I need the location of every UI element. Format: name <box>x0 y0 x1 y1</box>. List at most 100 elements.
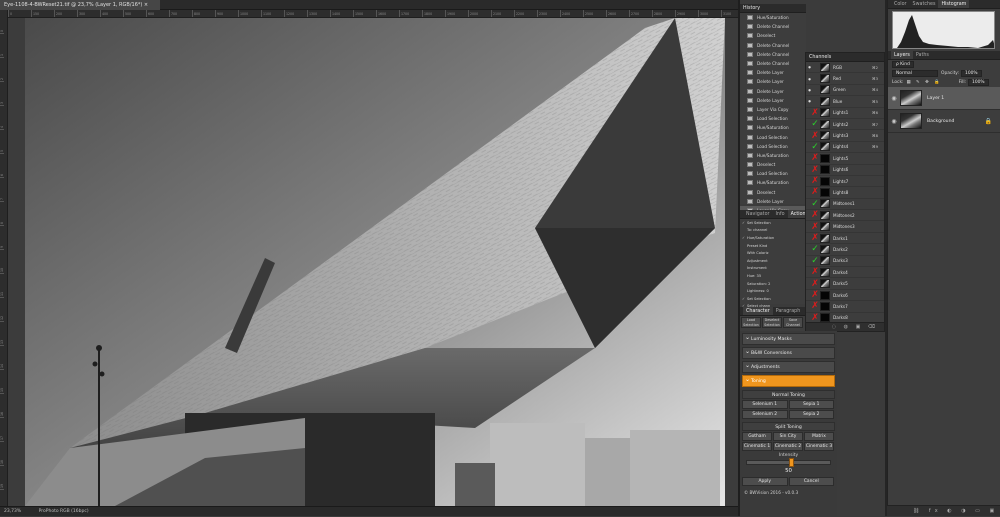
action-item[interactable]: ✓ Set Selection <box>740 295 806 303</box>
selenium-2-button[interactable]: Selenium 2 <box>742 410 788 419</box>
action-item[interactable]: ✓ Set Selection <box>740 219 806 227</box>
channel-row[interactable]: ✗ Darks1 <box>806 233 884 245</box>
channel-row[interactable]: ● RGB ⌘2 <box>806 62 884 74</box>
channel-row[interactable]: ✗ Lights8 <box>806 187 884 199</box>
zoom-readout[interactable]: 23,73% <box>4 509 21 514</box>
action-item[interactable]: With Coloriz <box>740 249 806 257</box>
apply-button[interactable]: Apply <box>742 477 788 486</box>
layer-row[interactable]: ◉ Background 🔒 <box>888 110 1000 133</box>
lock-icon[interactable]: 🔒 <box>985 118 992 125</box>
action-item[interactable]: To: channel <box>740 227 806 235</box>
eye-icon[interactable]: ◉ <box>888 95 900 102</box>
channel-row[interactable]: ✗ Lights1 ⌘6 <box>806 108 884 119</box>
channel-row[interactable]: ✓ Darks3 <box>806 256 884 268</box>
action-item[interactable]: Saturation: 2 <box>740 280 806 288</box>
history-item[interactable]: Delete Layer <box>740 96 806 105</box>
eye-icon[interactable]: ● <box>806 88 813 92</box>
fill-field[interactable]: 100% <box>968 79 989 86</box>
toning-section[interactable]: Toning <box>742 374 835 387</box>
channel-row[interactable]: ● Green ⌘4 <box>806 85 884 97</box>
layer-filter-dropdown[interactable]: ρ Kind <box>892 61 914 68</box>
history-item[interactable]: Delete Channel <box>740 50 806 59</box>
history-item[interactable]: Hue/Saturation <box>740 178 806 187</box>
cinematic-2-button[interactable]: Cinematic 2 <box>773 442 803 451</box>
tab-paragraph[interactable]: Paragraph <box>773 307 804 315</box>
blend-mode-dropdown[interactable]: Normal <box>892 70 938 77</box>
channels-footer-icons[interactable]: ◌ ◍ ▣ ⌫ <box>806 322 884 331</box>
channel-row[interactable]: ✗ Lights6 <box>806 165 884 176</box>
intensity-slider[interactable] <box>746 458 831 467</box>
history-item[interactable]: Hue/Saturation <box>740 151 806 160</box>
channel-row[interactable]: ✗ Midtones2 <box>806 210 884 222</box>
plugin-section-adjustments[interactable]: Adjustments <box>742 360 835 373</box>
plugin-section-b-w-conversions[interactable]: B&W Conversions <box>742 346 835 359</box>
channel-row[interactable]: ✗ Lights3 ⌘8 <box>806 130 884 142</box>
tab-histogram[interactable]: Histogram <box>938 0 970 8</box>
channel-row[interactable]: ✗ Darks4 <box>806 267 884 279</box>
history-item[interactable]: Delete Channel <box>740 41 806 50</box>
opacity-field[interactable]: 100% <box>961 70 982 77</box>
history-item[interactable]: Delete Layer <box>740 68 806 77</box>
history-item[interactable]: Delete Channel <box>740 59 806 68</box>
history-panel-header[interactable]: History <box>740 4 806 13</box>
tab-navigator[interactable]: Navigator <box>743 210 772 218</box>
channel-row[interactable]: ✓ Lights2 ⌘7 <box>806 119 884 131</box>
character-panel-button[interactable]: Save Channel <box>783 317 803 328</box>
tab-actions[interactable]: Actions <box>787 210 806 218</box>
action-item[interactable]: Adjustment <box>740 257 806 265</box>
tab-info[interactable]: Info <box>772 210 787 218</box>
action-item[interactable]: Lightness: 0 <box>740 287 806 295</box>
cinematic-1-button[interactable]: Cinematic 1 <box>742 442 772 451</box>
history-item[interactable]: Hue/Saturation <box>740 13 806 22</box>
history-item[interactable]: Layer Via Copy <box>740 105 806 114</box>
history-item[interactable]: Hue/Saturation <box>740 123 806 132</box>
action-item[interactable]: Instrument <box>740 265 806 273</box>
history-item[interactable]: Delete Layer <box>740 87 806 96</box>
history-item[interactable]: Deselect <box>740 31 806 40</box>
eye-icon[interactable]: ◉ <box>888 118 900 125</box>
selenium-1-button[interactable]: Selenium 1 <box>742 400 788 409</box>
channel-row[interactable]: ● Red ⌘3 <box>806 73 884 85</box>
sin-city-button[interactable]: Sin City <box>773 432 803 441</box>
document-image[interactable] <box>25 18 725 506</box>
channel-row[interactable]: ✗ Darks5 <box>806 278 884 290</box>
action-item[interactable]: Preset Kind <box>740 242 806 250</box>
action-toggle-checkbox[interactable]: ✓ <box>740 221 747 225</box>
document-tab[interactable]: Eye-1108-4-BWReset21.tif @ 23,7% (Layer … <box>0 0 160 10</box>
plugin-section-luminosity-masks[interactable]: Luminosity Masks <box>742 332 835 345</box>
cancel-button[interactable]: Cancel <box>788 477 834 486</box>
tab-color[interactable]: Color <box>891 0 910 8</box>
eye-icon[interactable]: ● <box>806 99 813 103</box>
history-item[interactable]: Load Selection <box>740 142 806 151</box>
history-item[interactable]: Deselect <box>740 188 806 197</box>
tab-paths[interactable]: Paths <box>913 51 932 59</box>
character-panel-button[interactable]: Deselect Selection <box>762 317 782 328</box>
matrix-button[interactable]: Matrix <box>804 432 834 441</box>
action-item[interactable]: ✓ Hue/Saturation <box>740 234 806 242</box>
channel-row[interactable]: ✗ Lights7 <box>806 176 884 188</box>
channel-row[interactable]: ✗ Lights5 <box>806 153 884 165</box>
tab-character[interactable]: Character <box>743 307 773 315</box>
action-toggle-checkbox[interactable]: ✓ <box>740 297 747 301</box>
gotham-button[interactable]: Gotham <box>742 432 772 441</box>
layer-row[interactable]: ◉ Layer 1 <box>888 87 1000 110</box>
intensity-slider-handle[interactable] <box>788 458 794 467</box>
channel-row[interactable]: ✗ Darks7 <box>806 301 884 313</box>
channel-row[interactable]: ● Blue ⌘5 <box>806 96 884 108</box>
history-item[interactable]: Deselect <box>740 160 806 169</box>
layers-footer-icons[interactable]: ⛓ fx ◐ ◑ ▭ ▣ 🗑 <box>887 505 1000 516</box>
eye-icon[interactable]: ● <box>806 77 813 81</box>
sepia-2-button[interactable]: Sepia 2 <box>788 410 834 419</box>
cinematic-3-button[interactable]: Cinematic 3 <box>804 442 834 451</box>
history-item[interactable]: Load Selection <box>740 169 806 178</box>
character-panel-button[interactable]: Load Selection <box>741 317 761 328</box>
channels-panel-header[interactable]: Channels <box>806 53 884 62</box>
action-item[interactable]: Hue: 35 <box>740 272 806 280</box>
canvas-area[interactable] <box>8 18 738 506</box>
tab-layers[interactable]: Layers <box>891 51 913 59</box>
lock-icons[interactable]: ▦ ✎ ✥ 🔒 <box>907 78 942 87</box>
history-item[interactable]: Delete Layer <box>740 197 806 206</box>
eye-icon[interactable]: ● <box>806 65 813 69</box>
history-item[interactable]: Delete Channel <box>740 22 806 31</box>
channel-row[interactable]: ✓ Lights4 ⌘9 <box>806 142 884 154</box>
